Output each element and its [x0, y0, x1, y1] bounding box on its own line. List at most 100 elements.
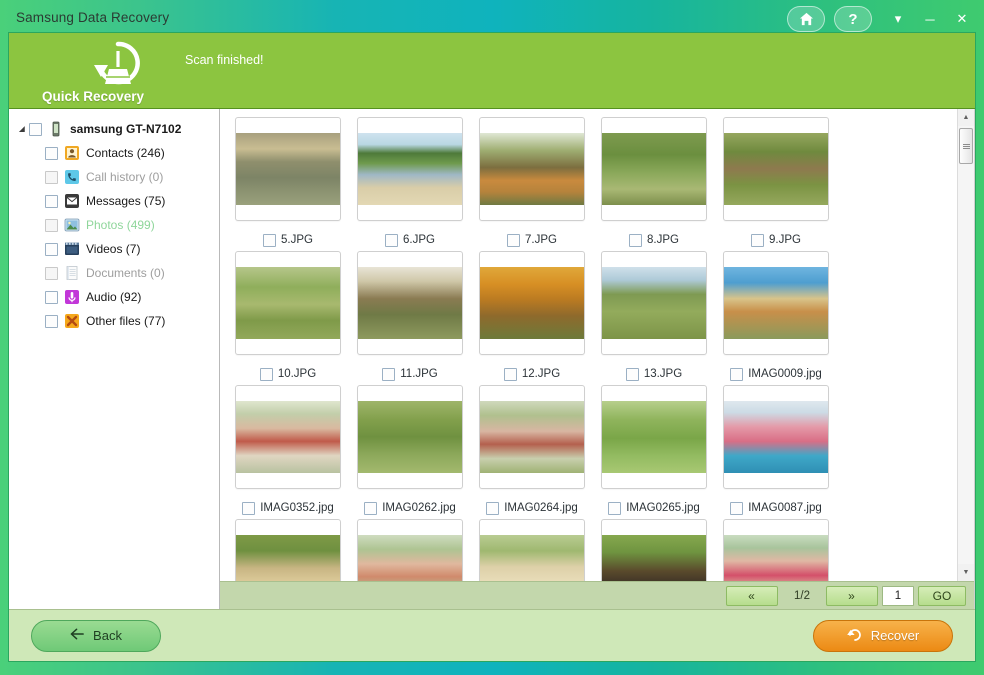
sidebar-item-contacts[interactable]: Contacts (246)	[9, 141, 219, 165]
scrollbar-grip-icon	[962, 143, 970, 150]
file-checkbox[interactable]	[503, 367, 517, 381]
app-title: Samsung Data Recovery	[16, 9, 170, 25]
photo-thumbnail	[480, 401, 584, 473]
messages-checkbox[interactable]	[45, 194, 58, 208]
sidebar-item-call-history[interactable]: Call history (0)	[9, 165, 219, 189]
file-checkbox[interactable]	[364, 501, 378, 515]
thumbnail-frame[interactable]	[601, 251, 707, 355]
file-checkbox[interactable]	[629, 233, 643, 247]
thumbnail-frame[interactable]	[235, 385, 341, 489]
thumbnail-cell[interactable]: IMAG0262.jpg	[350, 385, 470, 519]
thumbnail-cell[interactable]	[716, 519, 836, 581]
file-checkbox[interactable]	[242, 501, 256, 515]
sidebar-item-audio[interactable]: Audio (92)	[9, 285, 219, 309]
thumbnail-frame[interactable]	[357, 519, 463, 581]
thumbnail-cell[interactable]: 10.JPG	[228, 251, 348, 385]
thumbnail-frame[interactable]	[479, 385, 585, 489]
thumbnail-frame[interactable]	[601, 117, 707, 221]
photos-checkbox[interactable]	[45, 218, 58, 232]
file-name-label: IMAG0262.jpg	[382, 502, 456, 514]
next-page-button[interactable]: »	[826, 585, 878, 606]
other-files-checkbox[interactable]	[45, 314, 58, 328]
thumbnail-frame[interactable]	[601, 519, 707, 581]
file-checkbox[interactable]	[608, 501, 622, 515]
thumbnail-cell[interactable]: IMAG0441.jpg	[350, 519, 470, 581]
device-root-checkbox[interactable]	[29, 122, 42, 136]
device-tree-sidebar: ◢ samsung GT-N7102 Contacts (246) Call h…	[9, 109, 220, 609]
thumbnail-cell[interactable]: IMAG0442.jpg	[472, 519, 592, 581]
dropdown-button[interactable]: ▾	[886, 7, 910, 31]
file-checkbox[interactable]	[730, 367, 744, 381]
sidebar-item-photos[interactable]: Photos (499)	[9, 213, 219, 237]
sidebar-item-videos[interactable]: Videos (7)	[9, 237, 219, 261]
scroll-down-arrow-icon[interactable]: ▼	[958, 564, 974, 581]
sidebar-item-device-root[interactable]: ◢ samsung GT-N7102	[9, 117, 219, 141]
scrollbar-track[interactable]	[958, 126, 974, 564]
thumbnail-cell[interactable]: 8.JPG	[594, 117, 714, 251]
file-checkbox[interactable]	[382, 367, 396, 381]
thumbnail-frame[interactable]	[357, 385, 463, 489]
thumbnail-cell[interactable]	[594, 519, 714, 581]
prev-page-button[interactable]: «	[726, 585, 778, 606]
thumbnail-frame[interactable]	[235, 251, 341, 355]
photo-thumbnail	[236, 535, 340, 581]
thumbnail-cell[interactable]: IMAG0009.jpg	[716, 251, 836, 385]
scroll-up-arrow-icon[interactable]: ▲	[958, 109, 974, 126]
back-button[interactable]: Back	[31, 619, 161, 652]
help-button[interactable]: ?	[834, 6, 872, 32]
thumbnail-frame[interactable]	[723, 117, 829, 221]
thumbnail-frame[interactable]	[723, 251, 829, 355]
thumbnail-cell[interactable]: 5.JPG	[228, 117, 348, 251]
scrollbar-thumb[interactable]	[959, 128, 973, 164]
file-checkbox[interactable]	[625, 367, 639, 381]
home-button[interactable]	[787, 6, 825, 32]
thumbnail-frame[interactable]	[723, 385, 829, 489]
expand-twisty-icon[interactable]: ◢	[15, 125, 29, 133]
thumbnail-frame[interactable]	[357, 251, 463, 355]
contacts-checkbox[interactable]	[45, 146, 58, 160]
videos-checkbox[interactable]	[45, 242, 58, 256]
file-checkbox[interactable]	[259, 367, 273, 381]
thumbnail-cell[interactable]: 11.JPG	[350, 251, 470, 385]
vertical-scrollbar[interactable]: ▲ ▼	[957, 109, 974, 581]
thumbnail-cell[interactable]: 7.JPG	[472, 117, 592, 251]
minimize-button[interactable]: ─	[918, 7, 942, 31]
thumbnail-cell[interactable]: IMAG0440.jpg	[228, 519, 348, 581]
thumbnail-cell[interactable]: IMAG0265.jpg	[594, 385, 714, 519]
sidebar-item-documents[interactable]: Documents (0)	[9, 261, 219, 285]
file-checkbox[interactable]	[486, 501, 500, 515]
file-checkbox[interactable]	[730, 501, 744, 515]
file-name-label: 6.JPG	[403, 234, 435, 246]
thumbnail-frame[interactable]	[479, 251, 585, 355]
thumbnail-cell[interactable]: 13.JPG	[594, 251, 714, 385]
sidebar-item-messages[interactable]: Messages (75)	[9, 189, 219, 213]
thumbnail-frame[interactable]	[723, 519, 829, 581]
call-history-checkbox[interactable]	[45, 170, 58, 184]
go-button[interactable]: GO	[918, 585, 966, 606]
file-checkbox[interactable]	[385, 233, 399, 247]
page-number-input[interactable]	[882, 585, 914, 606]
file-checkbox[interactable]	[263, 233, 277, 247]
file-checkbox[interactable]	[751, 233, 765, 247]
otherfile-icon	[64, 313, 80, 329]
sidebar-item-other-files[interactable]: Other files (77)	[9, 309, 219, 333]
thumbnail-frame[interactable]	[357, 117, 463, 221]
recover-button[interactable]: Recover	[813, 619, 953, 652]
thumbnail-cell[interactable]: 6.JPG	[350, 117, 470, 251]
thumbnail-caption: IMAG0087.jpg	[716, 497, 836, 519]
thumbnail-cell[interactable]: IMAG0264.jpg	[472, 385, 592, 519]
thumbnail-frame[interactable]	[479, 117, 585, 221]
thumbnail-cell[interactable]: 9.JPG	[716, 117, 836, 251]
thumbnail-frame[interactable]	[601, 385, 707, 489]
thumbnail-cell[interactable]: IMAG0352.jpg	[228, 385, 348, 519]
audio-checkbox[interactable]	[45, 290, 58, 304]
file-checkbox[interactable]	[507, 233, 521, 247]
close-button[interactable]: ✕	[950, 7, 974, 31]
thumbnail-frame[interactable]	[235, 117, 341, 221]
thumbnail-frame[interactable]	[235, 519, 341, 581]
thumbnail-cell[interactable]: 12.JPG	[472, 251, 592, 385]
documents-checkbox[interactable]	[45, 266, 58, 280]
thumbnail-cell[interactable]: IMAG0087.jpg	[716, 385, 836, 519]
thumbnail-frame[interactable]	[479, 519, 585, 581]
chevron-down-icon: ▾	[894, 11, 902, 26]
